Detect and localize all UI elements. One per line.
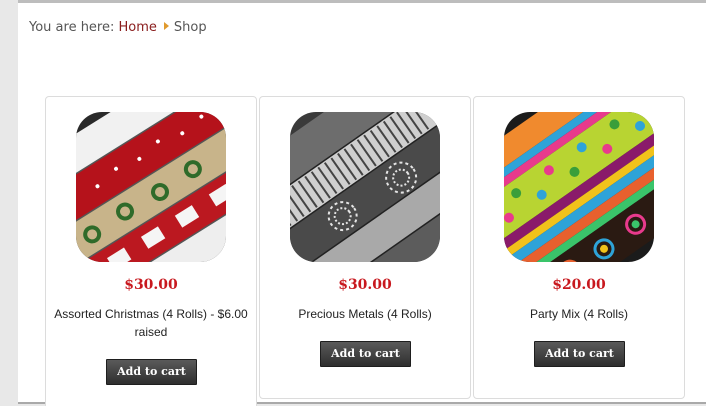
add-to-cart-button[interactable]: Add to cart — [534, 341, 625, 367]
add-to-cart-button[interactable]: Add to cart — [320, 341, 411, 367]
page-frame: You are here: Home Shop $30.00 Assorted … — [18, 0, 706, 406]
product-price: $30.00 — [338, 277, 392, 293]
add-to-cart-button[interactable]: Add to cart — [106, 359, 197, 385]
product-card: $30.00 Assorted Christmas (4 Rolls) - $6… — [45, 96, 257, 406]
breadcrumb-current: Shop — [173, 20, 207, 35]
product-image[interactable] — [76, 112, 226, 262]
product-title[interactable]: Precious Metals (4 Rolls) — [264, 305, 466, 323]
christmas-rolls-image — [76, 112, 226, 262]
product-card: $20.00 Party Mix (4 Rolls) Add to cart — [473, 96, 685, 399]
product-title[interactable]: Assorted Christmas (4 Rolls) - $6.00 rai… — [50, 305, 252, 341]
breadcrumb: You are here: Home Shop — [29, 20, 207, 35]
product-image[interactable] — [290, 112, 440, 262]
breadcrumb-prefix: You are here: — [29, 20, 115, 35]
product-price: $30.00 — [124, 277, 178, 293]
breadcrumb-arrow-icon — [163, 22, 169, 30]
party-rolls-image — [504, 112, 654, 262]
metallic-rolls-image — [290, 112, 440, 262]
product-image[interactable] — [504, 112, 654, 262]
product-price: $20.00 — [552, 277, 606, 293]
product-title[interactable]: Party Mix (4 Rolls) — [478, 305, 680, 323]
breadcrumb-home-link[interactable]: Home — [119, 20, 157, 35]
product-card: $30.00 Precious Metals (4 Rolls) Add to … — [259, 96, 471, 399]
